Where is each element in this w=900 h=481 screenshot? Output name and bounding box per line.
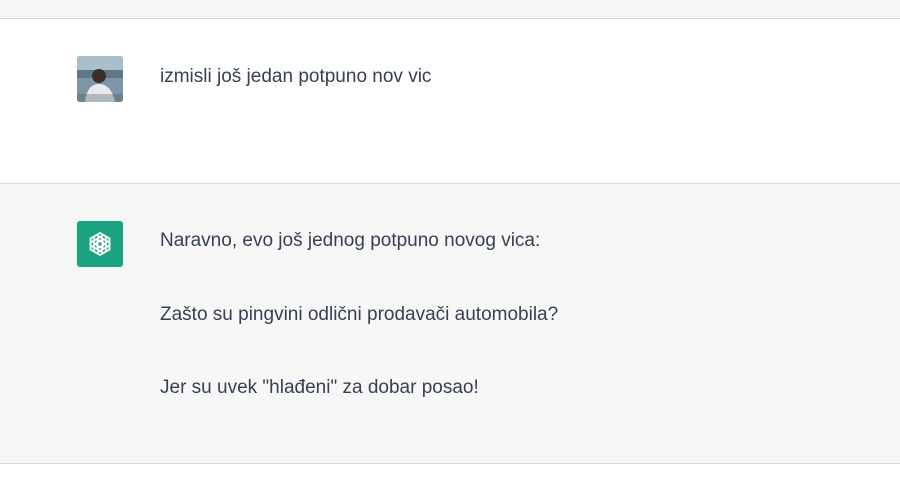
chat-page: izmisli još jedan potpuno nov vic Naravn…	[0, 0, 900, 481]
openai-logo-icon	[89, 232, 111, 256]
assistant-message-row: Naravno, evo još jednog potpuno novog vi…	[0, 184, 900, 464]
previous-message-edge	[0, 0, 900, 19]
next-message-edge	[0, 464, 900, 481]
user-message-text: izmisli još jedan potpuno nov vic	[160, 66, 432, 87]
assistant-paragraph-3: Jer su uvek "hlađeni" za dobar posao!	[160, 377, 479, 398]
user-avatar-photo	[77, 56, 123, 102]
assistant-paragraph-2: Zašto su pingvini odlični prodavači auto…	[160, 304, 559, 325]
user-message-row: izmisli još jedan potpuno nov vic	[0, 19, 900, 184]
assistant-paragraph-1: Naravno, evo još jednog potpuno novog vi…	[160, 230, 541, 251]
assistant-avatar	[77, 221, 123, 267]
user-avatar	[77, 56, 123, 102]
